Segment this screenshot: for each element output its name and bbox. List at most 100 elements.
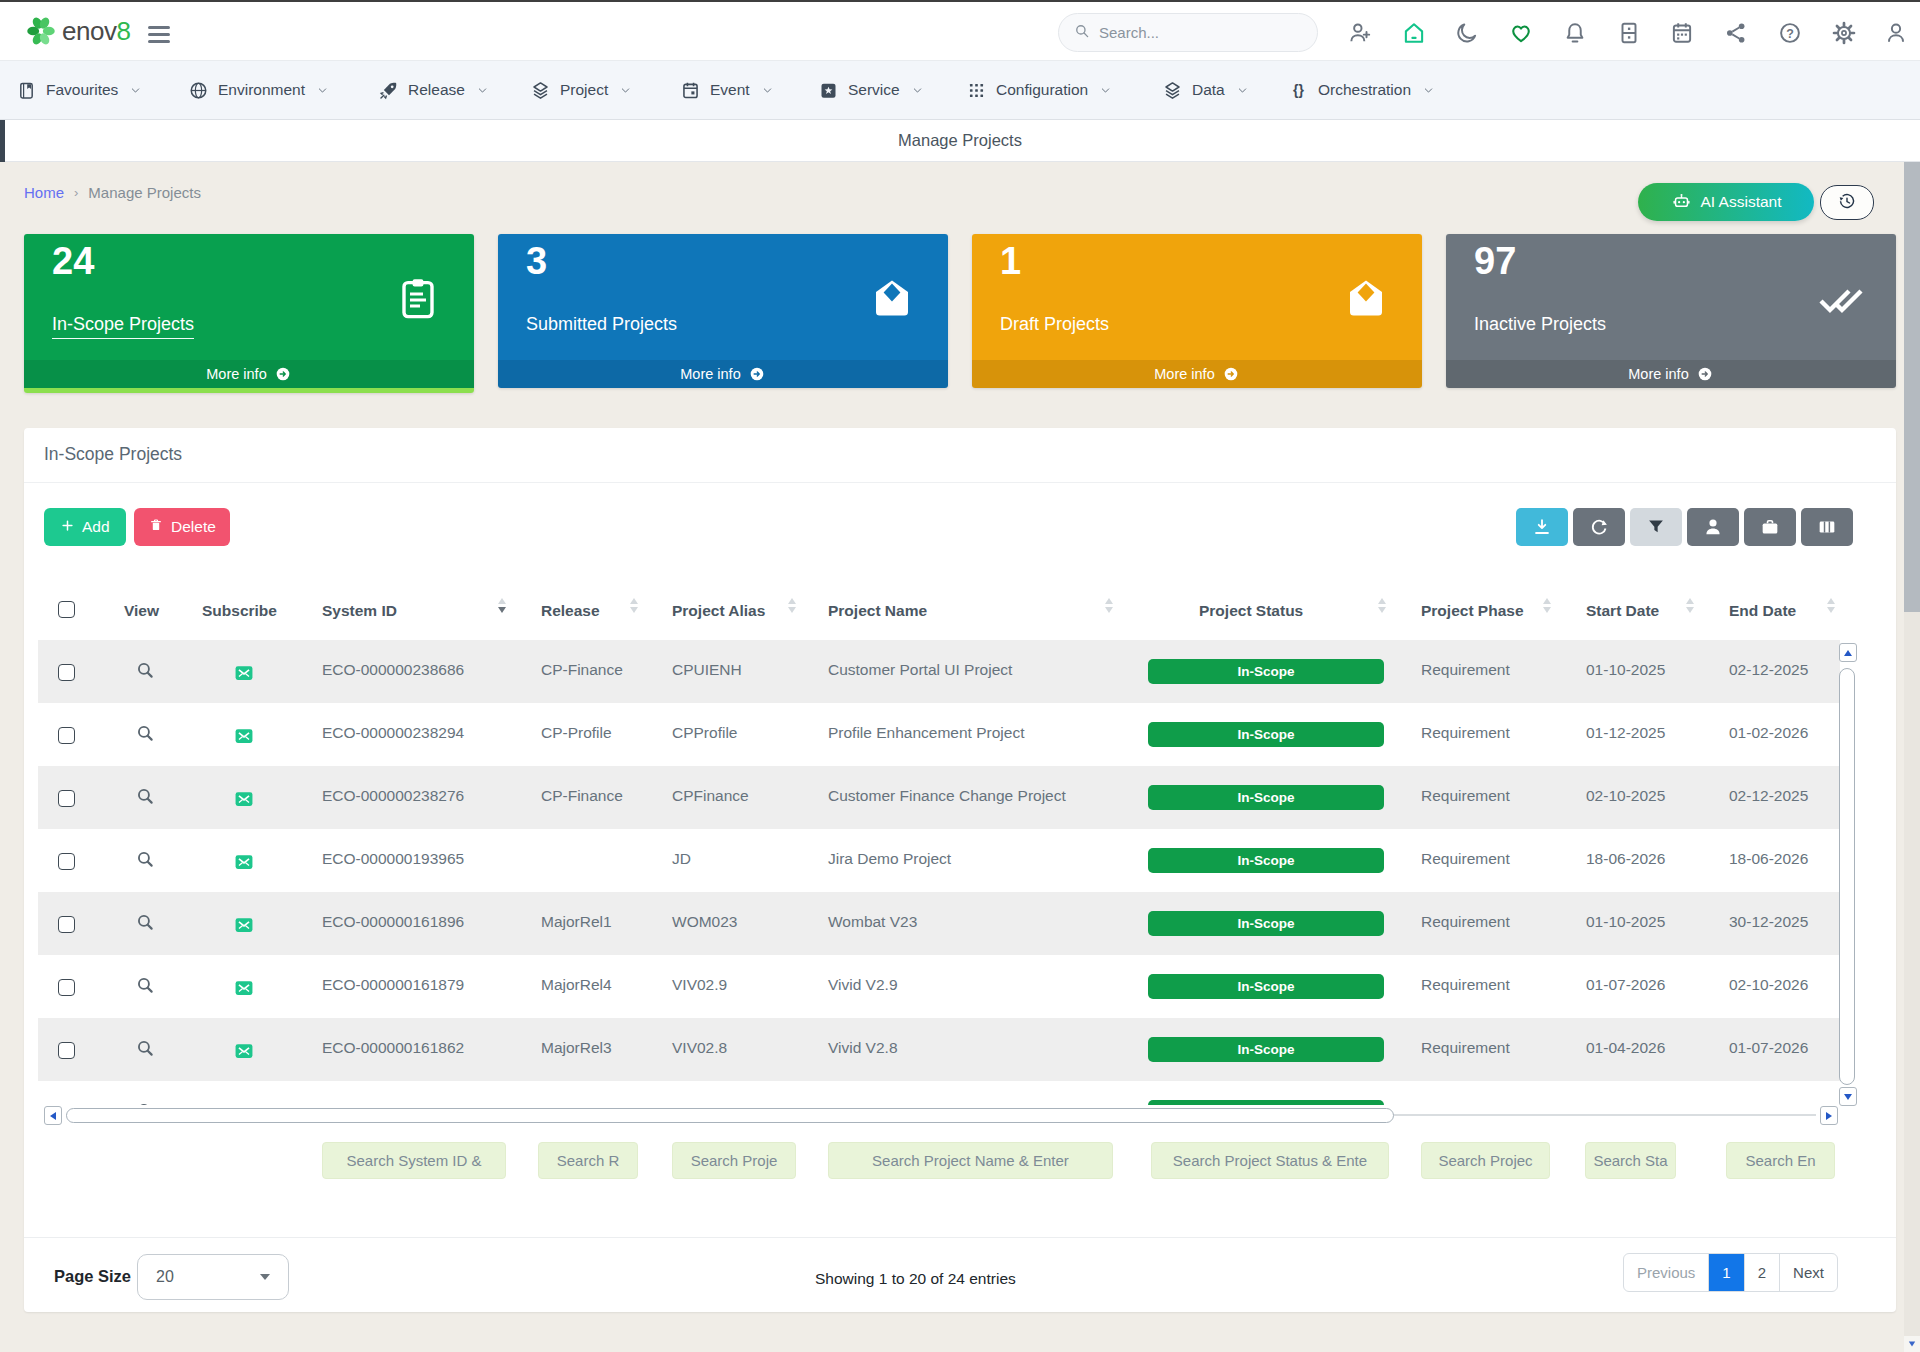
table-scroll-down-button[interactable] <box>1839 1087 1857 1106</box>
view-icon[interactable] <box>135 660 156 685</box>
table-row[interactable]: ECO-000000238294 CP-Profile CPProfile Pr… <box>24 703 1896 766</box>
view-icon[interactable] <box>135 786 156 811</box>
search-release-input[interactable]: Search R <box>538 1142 638 1179</box>
subscribe-icon[interactable] <box>233 851 255 877</box>
subscribe-icon[interactable] <box>233 914 255 940</box>
pagination-page-1[interactable]: 1 <box>1708 1254 1743 1291</box>
subscribe-icon[interactable] <box>233 1103 255 1105</box>
column-header-system-id[interactable]: System ID <box>322 602 397 620</box>
table-row[interactable]: ECO-000000161862 MajorRel3 VIV02.8 Vivid… <box>24 1018 1896 1081</box>
more-info-link[interactable]: More info <box>1446 360 1896 388</box>
view-icon[interactable] <box>135 975 156 1000</box>
sort-icon-project-name[interactable] <box>1105 598 1113 624</box>
nav-item-release[interactable]: Release <box>378 61 488 119</box>
favourites-heart-icon[interactable] <box>1508 20 1534 46</box>
column-header-view[interactable]: View <box>124 602 159 620</box>
page-scrollbar-thumb[interactable] <box>1904 162 1920 612</box>
select-all-checkbox[interactable] <box>58 601 75 618</box>
refresh-button[interactable] <box>1573 508 1625 546</box>
delete-button[interactable]: Delete <box>134 508 230 546</box>
search-project-alias-input[interactable]: Search Proje <box>672 1142 796 1179</box>
search-project-phase-input[interactable]: Search Projec <box>1421 1142 1550 1179</box>
breadcrumb-home-link[interactable]: Home <box>24 184 64 201</box>
subscribe-icon[interactable] <box>233 1040 255 1066</box>
column-header-release[interactable]: Release <box>541 602 600 620</box>
column-header-project-alias[interactable]: Project Alias <box>672 602 765 620</box>
stat-card-inactive-projects[interactable]: 97 Inactive Projects More info <box>1446 234 1896 388</box>
stat-card-in-scope-projects[interactable]: 24 In-Scope Projects More info <box>24 234 474 393</box>
add-button[interactable]: Add <box>44 508 126 546</box>
sort-icon-project-status[interactable] <box>1378 598 1386 624</box>
table-scroll-left-button[interactable] <box>44 1106 62 1125</box>
row-checkbox[interactable] <box>58 979 75 996</box>
page-scroll-down-button[interactable] <box>1904 1336 1920 1352</box>
more-info-link[interactable]: More info <box>498 360 948 388</box>
sort-icon-end-date[interactable] <box>1827 598 1835 624</box>
archive-icon[interactable] <box>1616 20 1642 46</box>
pagination-previous[interactable]: Previous <box>1624 1254 1708 1291</box>
subscribe-icon[interactable] <box>233 977 255 1003</box>
table-vertical-scrollbar-thumb[interactable] <box>1839 668 1855 1085</box>
nav-item-project[interactable]: Project <box>530 61 631 119</box>
settings-icon[interactable] <box>1831 20 1857 46</box>
sort-icon-release[interactable] <box>630 598 638 624</box>
search-project-name-input[interactable]: Search Project Name & Enter <box>828 1142 1113 1179</box>
search-system-id-input[interactable]: Search System ID & <box>322 1142 506 1179</box>
table-row[interactable]: ECO-000000193965 JD Jira Demo Project In… <box>24 829 1896 892</box>
help-icon[interactable]: ? <box>1777 20 1803 46</box>
column-header-end-date[interactable]: End Date <box>1729 602 1796 620</box>
row-checkbox[interactable] <box>58 916 75 933</box>
search-end-date-input[interactable]: Search En <box>1726 1142 1835 1179</box>
pagination-page-2[interactable]: 2 <box>1744 1254 1779 1291</box>
column-header-subscribe[interactable]: Subscribe <box>202 602 277 620</box>
view-icon[interactable] <box>135 723 156 748</box>
page-size-select[interactable]: 20 <box>137 1254 289 1300</box>
sort-icon-project-phase[interactable] <box>1543 598 1551 624</box>
row-checkbox[interactable] <box>58 853 75 870</box>
home-icon[interactable] <box>1401 20 1427 46</box>
column-header-start-date[interactable]: Start Date <box>1586 602 1659 620</box>
table-horizontal-scrollbar-thumb[interactable] <box>66 1108 1394 1123</box>
sort-icon-system-id[interactable] <box>498 598 506 624</box>
nav-item-favourites[interactable]: Favourites <box>16 61 141 119</box>
notifications-icon[interactable] <box>1562 20 1588 46</box>
share-icon[interactable] <box>1723 20 1749 46</box>
subscribe-icon[interactable] <box>233 662 255 688</box>
column-header-project-status[interactable]: Project Status <box>1199 602 1303 620</box>
profile-icon[interactable] <box>1883 20 1909 46</box>
subscribe-icon[interactable] <box>233 725 255 751</box>
nav-item-orchestration[interactable]: {}Orchestration <box>1288 61 1434 119</box>
menu-hamburger-icon[interactable] <box>148 26 170 46</box>
more-info-link[interactable]: More info <box>972 360 1422 388</box>
sort-icon-start-date[interactable] <box>1686 598 1694 624</box>
assign-user-button[interactable] <box>1687 508 1739 546</box>
table-row-partial[interactable]: In-Scope <box>24 1081 1896 1105</box>
filter-button[interactable] <box>1630 508 1682 546</box>
briefcase-button[interactable] <box>1744 508 1796 546</box>
nav-item-data[interactable]: Data <box>1162 61 1248 119</box>
row-checkbox[interactable] <box>58 1042 75 1059</box>
nav-item-event[interactable]: Event <box>680 61 773 119</box>
view-icon[interactable] <box>135 1101 156 1105</box>
more-info-link[interactable]: More info <box>24 360 474 388</box>
table-scroll-up-button[interactable] <box>1839 643 1857 662</box>
stat-card-submitted-projects[interactable]: 3 Submitted Projects More info <box>498 234 948 388</box>
view-icon[interactable] <box>135 849 156 874</box>
nav-item-configuration[interactable]: Configuration <box>966 61 1111 119</box>
calendar-icon[interactable] <box>1669 20 1695 46</box>
subscribe-icon[interactable] <box>233 788 255 814</box>
table-row[interactable]: ECO-000000238276 CP-Finance CPFinance Cu… <box>24 766 1896 829</box>
sort-icon-project-alias[interactable] <box>788 598 796 624</box>
table-scroll-right-button[interactable] <box>1820 1106 1838 1125</box>
search-start-date-input[interactable]: Search Sta <box>1585 1142 1676 1179</box>
row-checkbox[interactable] <box>58 664 75 681</box>
table-row[interactable]: ECO-000000161879 MajorRel4 VIV02.9 Vivid… <box>24 955 1896 1018</box>
search-project-status-input[interactable]: Search Project Status & Ente <box>1151 1142 1389 1179</box>
row-checkbox[interactable] <box>58 790 75 807</box>
column-header-project-phase[interactable]: Project Phase <box>1421 602 1524 620</box>
enov8-logo[interactable]: enov8 <box>24 14 130 48</box>
nav-item-environment[interactable]: Environment <box>188 61 328 119</box>
user-add-icon[interactable] <box>1347 20 1373 46</box>
ai-assistant-button[interactable]: AI Assistant <box>1638 183 1814 221</box>
column-header-project-name[interactable]: Project Name <box>828 602 927 620</box>
